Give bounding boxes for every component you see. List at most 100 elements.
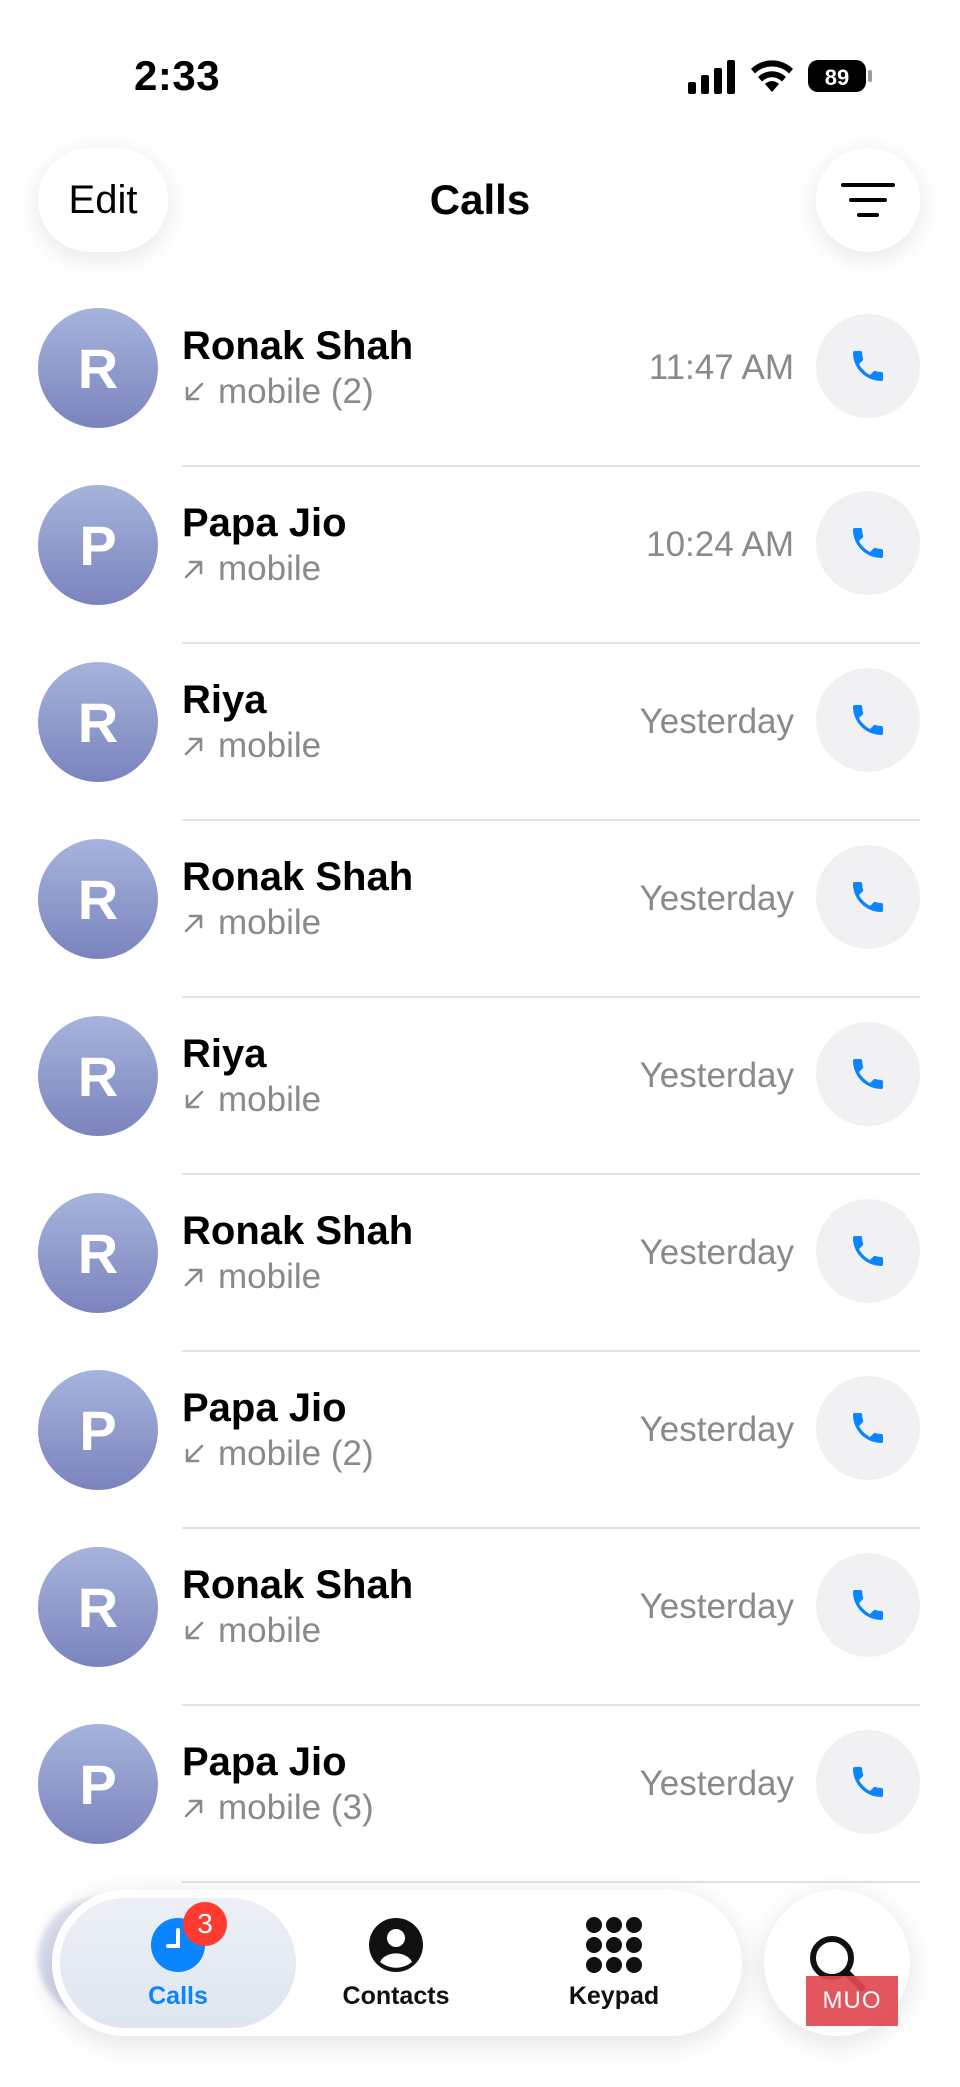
- contact-name: Riya: [182, 1032, 267, 1076]
- call-time: Yesterday: [639, 879, 794, 918]
- call-detail: mobile: [182, 1080, 321, 1120]
- call-detail: mobile: [182, 903, 321, 943]
- call-detail: mobile (2): [182, 1434, 374, 1474]
- call-row[interactable]: R Riya mobile Yesterday: [0, 644, 960, 821]
- phone-icon: [848, 1585, 888, 1625]
- call-type: mobile: [218, 549, 322, 588]
- call-row[interactable]: R Riya mobile Yesterday: [0, 998, 960, 1175]
- battery-icon: 89: [808, 58, 874, 94]
- battery-level: 89: [825, 65, 849, 90]
- filter-button[interactable]: [816, 148, 920, 252]
- call-detail: mobile (3): [182, 1788, 374, 1828]
- contact-name: Papa Jio: [182, 1386, 347, 1430]
- keypad-grid-icon: [585, 1916, 643, 1974]
- call-detail: mobile: [182, 726, 321, 766]
- contact-name: Ronak Shah: [182, 855, 414, 899]
- contact-name: Papa Jio: [182, 1740, 347, 1784]
- avatar: R: [38, 1016, 158, 1136]
- cellular-signal-icon: [688, 60, 735, 94]
- call-back-button[interactable]: [816, 668, 920, 772]
- call-row[interactable]: P Papa Jio mobile 10:24 AM: [0, 467, 960, 644]
- tab-bar: 3 Calls Contacts Keypad: [52, 1890, 742, 2036]
- filter-lines-icon: [841, 183, 895, 217]
- call-back-button[interactable]: [816, 314, 920, 418]
- phone-icon: [848, 700, 888, 740]
- call-row[interactable]: P Papa Jio mobile (3) Yesterday: [0, 1706, 960, 1883]
- status-time: 2:33: [134, 52, 221, 99]
- call-row[interactable]: R Ronak Shah mobile Yesterday: [0, 1175, 960, 1352]
- call-back-button[interactable]: [816, 1376, 920, 1480]
- contact-name: Ronak Shah: [182, 324, 414, 368]
- avatar: R: [38, 1193, 158, 1313]
- avatar: R: [38, 662, 158, 782]
- call-time: 11:47 AM: [648, 348, 794, 387]
- phone-icon: [848, 1762, 888, 1802]
- call-back-button[interactable]: [816, 845, 920, 949]
- phone-icon: [848, 1231, 888, 1271]
- phone-icon: [848, 1408, 888, 1448]
- incoming-arrow-icon: [185, 1444, 204, 1463]
- call-time: Yesterday: [639, 1233, 794, 1272]
- tab-contacts[interactable]: Contacts: [296, 1890, 496, 2036]
- outgoing-arrow-icon: [184, 737, 203, 756]
- call-type: mobile: [218, 1257, 322, 1296]
- avatar: R: [38, 839, 158, 959]
- avatar: P: [38, 1724, 158, 1844]
- outgoing-arrow-icon: [184, 1268, 203, 1287]
- call-detail: mobile: [182, 1257, 321, 1297]
- incoming-arrow-icon: [185, 382, 204, 401]
- outgoing-arrow-icon: [184, 1799, 203, 1818]
- call-type: mobile (2): [218, 1434, 374, 1473]
- call-detail: mobile (2): [182, 372, 374, 412]
- phone-icon: [848, 346, 888, 386]
- phone-icon: [848, 523, 888, 563]
- call-back-button[interactable]: [816, 1730, 920, 1834]
- call-time: 10:24 AM: [646, 525, 794, 564]
- phone-icon: [848, 877, 888, 917]
- call-row[interactable]: R Ronak Shah mobile Yesterday: [0, 1529, 960, 1706]
- call-type: mobile: [218, 726, 322, 765]
- call-time: Yesterday: [639, 702, 794, 741]
- outgoing-arrow-icon: [184, 560, 203, 579]
- contact-name: Ronak Shah: [182, 1209, 414, 1253]
- contact-name: Riya: [182, 678, 267, 722]
- avatar: P: [38, 485, 158, 605]
- wifi-icon: [751, 60, 793, 92]
- call-time: Yesterday: [639, 1587, 794, 1626]
- person-circle-icon: [367, 1916, 425, 1974]
- call-row[interactable]: R Ronak Shah mobile Yesterday: [0, 821, 960, 998]
- call-type: mobile: [218, 1611, 322, 1650]
- calls-screen: 2:33 89 Edit Calls R Ronak Shah mobile (…: [0, 0, 960, 2087]
- call-time: Yesterday: [639, 1056, 794, 1095]
- tab-keypad-label: Keypad: [568, 1981, 660, 2010]
- call-time: Yesterday: [639, 1764, 794, 1803]
- recent-calls-list: R Ronak Shah mobile (2) 11:47 AM P Papa Jio mo…: [0, 290, 960, 1883]
- call-type: mobile: [218, 903, 322, 942]
- tab-contacts-label: Contacts: [342, 1981, 450, 2010]
- call-back-button[interactable]: [816, 1199, 920, 1303]
- phone-icon: [848, 1054, 888, 1094]
- missed-calls-badge: 3: [183, 1901, 227, 1946]
- avatar: R: [38, 308, 158, 428]
- incoming-arrow-icon: [185, 1090, 204, 1109]
- call-back-button[interactable]: [816, 491, 920, 595]
- tab-keypad[interactable]: Keypad: [514, 1890, 714, 2036]
- call-detail: mobile: [182, 549, 321, 589]
- contact-name: Papa Jio: [182, 501, 347, 545]
- tab-calls-label: Calls: [148, 1981, 208, 2010]
- call-type: mobile: [218, 1080, 322, 1119]
- call-back-button[interactable]: [816, 1022, 920, 1126]
- call-row[interactable]: P Papa Jio mobile (2) Yesterday: [0, 1352, 960, 1529]
- call-back-button[interactable]: [816, 1553, 920, 1657]
- tab-calls[interactable]: 3 Calls: [78, 1890, 278, 2036]
- contact-name: Ronak Shah: [182, 1563, 414, 1607]
- call-time: Yesterday: [639, 1410, 794, 1449]
- outgoing-arrow-icon: [184, 914, 203, 933]
- clock-icon: 3: [149, 1901, 227, 1974]
- status-bar: 2:33 89: [0, 0, 960, 150]
- call-type: mobile (3): [218, 1788, 374, 1827]
- call-type: mobile (2): [218, 372, 374, 411]
- avatar: P: [38, 1370, 158, 1490]
- incoming-arrow-icon: [185, 1621, 204, 1640]
- call-row[interactable]: R Ronak Shah mobile (2) 11:47 AM: [0, 290, 960, 467]
